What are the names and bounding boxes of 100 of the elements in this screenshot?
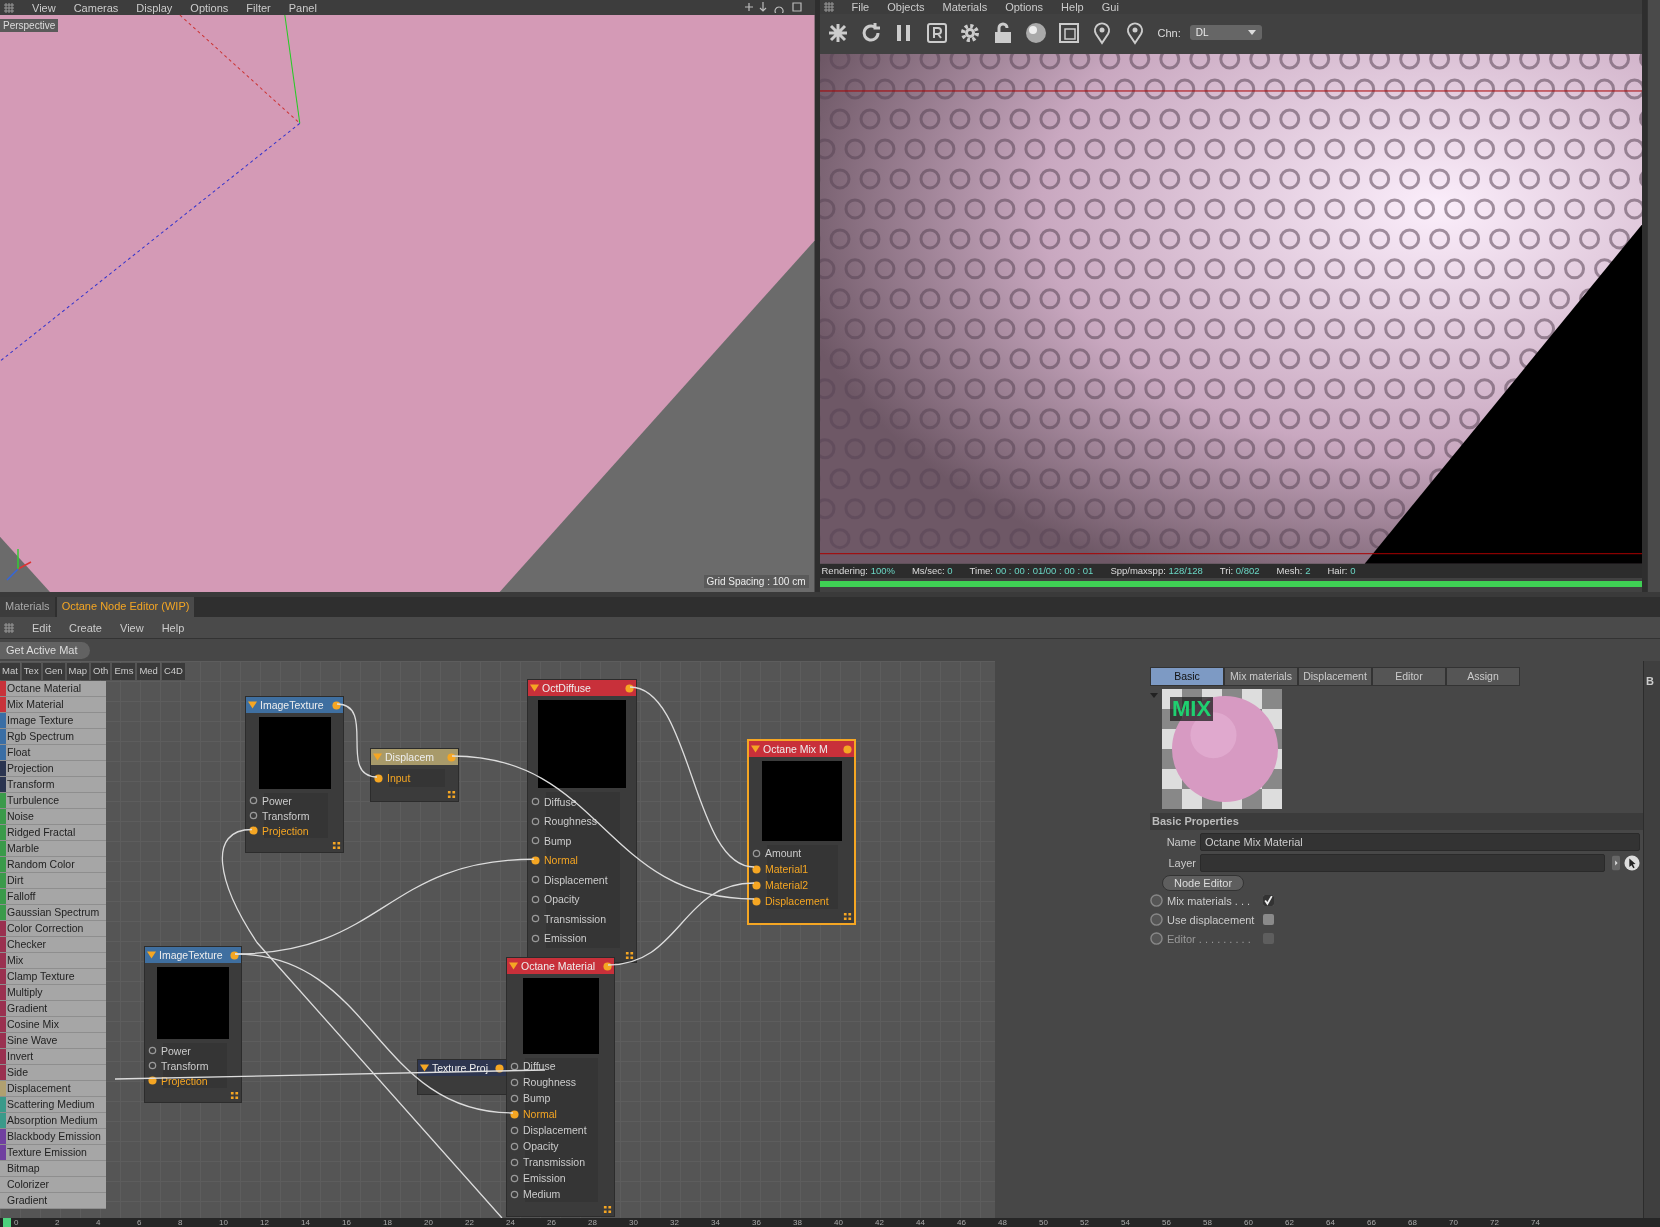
timeline-ruler[interactable]: 0 2 4 6 8 10 12 14 16 18 20 22 24 26 28 30 32 34 36 38 40 42 44 46 48 50 52 54 56 58 60 62 64 66 68 70 72 74: [0, 1218, 1660, 1227]
node-card[interactable]: ImageTexture Power Transform Projection: [245, 696, 344, 853]
layer-field[interactable]: [1200, 854, 1605, 872]
category-tab[interactable]: Med: [137, 663, 160, 680]
input-port-icon[interactable]: [531, 797, 540, 807]
output-port-icon[interactable]: [332, 700, 341, 710]
node-type-item[interactable]: Mix Material: [0, 697, 106, 713]
node-type-item[interactable]: Invert: [0, 1049, 106, 1065]
output-port-icon[interactable]: [230, 950, 239, 960]
input-port-icon[interactable]: [531, 875, 540, 885]
pointer-icon[interactable]: [1624, 855, 1640, 871]
menu-item[interactable]: Panel: [288, 1, 317, 14]
node-type-item[interactable]: Blackbody Emission: [0, 1129, 106, 1145]
input-port-icon[interactable]: [531, 816, 540, 826]
input-port-icon[interactable]: [510, 1077, 519, 1087]
name-field[interactable]: Octane Mix Material: [1200, 833, 1640, 851]
collapse-triangle-icon[interactable]: [530, 684, 539, 692]
input-port-icon[interactable]: [148, 1046, 157, 1055]
input-port-icon[interactable]: [752, 864, 761, 874]
input-port-icon[interactable]: [510, 1125, 519, 1135]
node-type-item[interactable]: Sine Wave: [0, 1033, 106, 1049]
node-type-item[interactable]: Random Color: [0, 857, 106, 873]
property-tab[interactable]: Mix materials: [1224, 667, 1298, 686]
menu-item[interactable]: Options: [1005, 1, 1044, 14]
category-tab[interactable]: C4D: [161, 663, 185, 680]
arrow-button-icon[interactable]: [1612, 855, 1620, 871]
panel-tab[interactable]: Materials: [0, 597, 55, 617]
menu-item[interactable]: View: [120, 621, 144, 634]
node-type-item[interactable]: Gradient: [0, 1001, 106, 1017]
input-port-icon[interactable]: [374, 773, 383, 783]
node-type-item[interactable]: Projection: [0, 761, 106, 777]
node-type-item[interactable]: Clamp Texture: [0, 969, 106, 985]
resize-handle-icon[interactable]: [447, 789, 456, 799]
menu-item[interactable]: File: [851, 1, 870, 14]
menu-item[interactable]: Objects: [887, 1, 925, 14]
menu-item[interactable]: View: [32, 1, 56, 14]
menu-item[interactable]: Options: [190, 1, 229, 14]
node-header[interactable]: ImageTexture: [145, 947, 241, 963]
input-port-icon[interactable]: [148, 1076, 157, 1085]
input-port-icon[interactable]: [148, 1061, 157, 1070]
keyframe-radio-icon[interactable]: [1150, 894, 1163, 907]
collapse-triangle-icon[interactable]: [420, 1064, 429, 1072]
get-active-mat-button[interactable]: Get Active Mat: [0, 641, 90, 659]
output-port-icon[interactable]: [603, 961, 612, 971]
node-type-item[interactable]: Absorption Medium: [0, 1113, 106, 1129]
node-type-item[interactable]: Dirt: [0, 873, 106, 889]
category-tab[interactable]: Map: [66, 663, 90, 680]
menu-item[interactable]: Create: [68, 621, 102, 634]
node-editor-button[interactable]: Node Editor: [1162, 875, 1245, 891]
node-card[interactable]: ImageTexture Power Transform Projection: [144, 946, 242, 1103]
node-type-item[interactable]: Ridged Fractal: [0, 825, 106, 841]
node-type-item[interactable]: Octane Material: [0, 681, 106, 697]
node-header[interactable]: Octane Material: [507, 958, 614, 974]
category-tab[interactable]: Ems: [112, 663, 136, 680]
node-type-item[interactable]: Falloff: [0, 889, 106, 905]
input-port-icon[interactable]: [510, 1157, 519, 1167]
node-type-item[interactable]: Gaussian Spectrum: [0, 905, 106, 921]
node-card[interactable]: Octane Mix M Amount Material1 Material2 Displacement: [747, 739, 856, 925]
node-type-item[interactable]: Float: [0, 745, 106, 761]
resize-handle-icon[interactable]: [230, 1090, 239, 1100]
menu-item[interactable]: Edit: [32, 621, 51, 634]
input-port-icon[interactable]: [510, 1189, 519, 1199]
node-type-item[interactable]: Image Texture: [0, 713, 106, 729]
menu-item[interactable]: Help: [161, 621, 185, 634]
checkbox[interactable]: [1263, 914, 1274, 925]
input-port-icon[interactable]: [531, 933, 540, 943]
node-type-item[interactable]: Mix: [0, 953, 106, 969]
node-type-item[interactable]: Colorizer: [0, 1177, 106, 1193]
node-header[interactable]: Octane Mix M: [749, 741, 854, 757]
node-card[interactable]: Octane Material Diffuse Roughness Bump Normal Displacement Opacity Transmission Emission Medium: [506, 957, 615, 1217]
node-type-item[interactable]: Bitmap: [0, 1161, 106, 1177]
output-port-icon[interactable]: [495, 1063, 504, 1073]
node-type-item[interactable]: Gradient: [0, 1193, 106, 1209]
menu-item[interactable]: Display: [136, 1, 173, 14]
node-card[interactable]: Displacem Input: [370, 748, 459, 802]
channel-dropdown[interactable]: DL: [1189, 25, 1262, 41]
resize-handle-icon[interactable]: [625, 950, 634, 960]
input-port-icon[interactable]: [510, 1173, 519, 1183]
input-port-icon[interactable]: [531, 855, 540, 865]
input-port-icon[interactable]: [752, 896, 761, 906]
collapse-triangle-icon[interactable]: [509, 962, 518, 970]
input-port-icon[interactable]: [752, 880, 761, 890]
category-tab[interactable]: Gen: [42, 663, 65, 680]
node-type-item[interactable]: Displacement: [0, 1081, 106, 1097]
keyframe-radio-icon[interactable]: [1150, 913, 1163, 926]
input-port-icon[interactable]: [249, 826, 258, 835]
input-port-icon[interactable]: [531, 836, 540, 846]
checkbox[interactable]: [1263, 895, 1274, 906]
property-tab[interactable]: Displacement: [1298, 667, 1372, 686]
node-type-item[interactable]: Rgb Spectrum: [0, 729, 106, 745]
input-port-icon[interactable]: [249, 811, 258, 820]
output-port-icon[interactable]: [625, 683, 634, 693]
input-port-icon[interactable]: [510, 1109, 519, 1119]
node-type-item[interactable]: Color Correction: [0, 921, 106, 937]
resize-handle-icon[interactable]: [332, 840, 341, 850]
property-tab[interactable]: Assign: [1446, 667, 1520, 686]
menu-item[interactable]: Gui: [1101, 1, 1119, 14]
node-type-item[interactable]: Transform: [0, 777, 106, 793]
category-tab[interactable]: Tex: [21, 663, 41, 680]
keyframe-radio-icon[interactable]: [1150, 932, 1163, 945]
